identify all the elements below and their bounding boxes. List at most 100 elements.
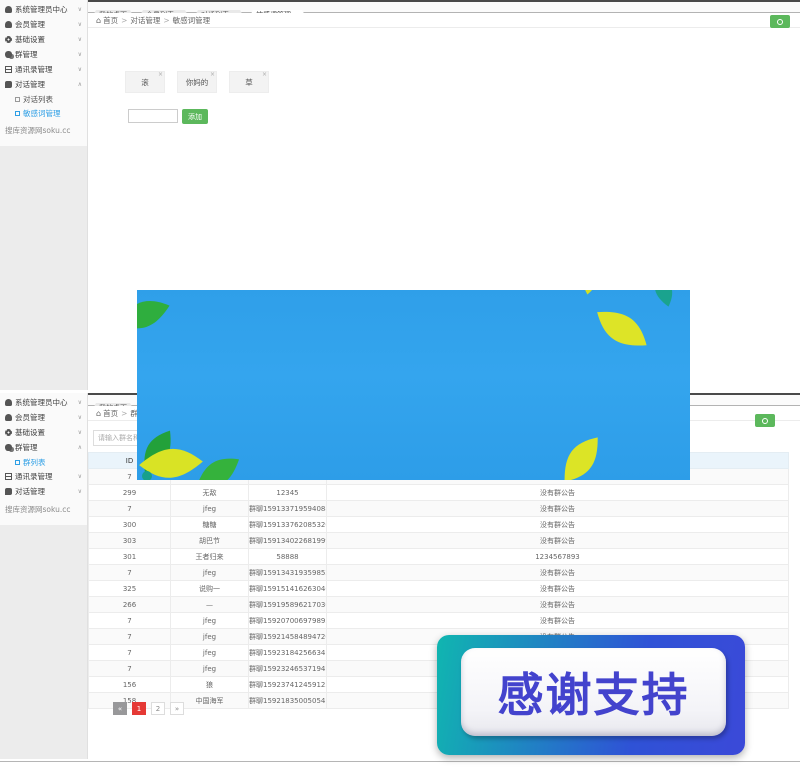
sidebar-item-群管理[interactable]: 群管理∨: [0, 47, 87, 62]
list-icon: [15, 111, 20, 116]
table-cell: 说购一: [171, 581, 249, 597]
list-icon: [15, 460, 20, 465]
sidebar-item-对话管理[interactable]: 对话管理∨: [0, 484, 87, 499]
home-icon: ⌂: [96, 409, 101, 418]
sidebar-item-基础设置[interactable]: 基础设置∨: [0, 425, 87, 440]
sidebar-item-通讯录管理[interactable]: 通讯录管理∨: [0, 62, 87, 77]
sidebar-item-会员管理[interactable]: 会员管理 ∨: [0, 17, 87, 32]
chevron-down-icon: ∨: [78, 66, 82, 73]
sidebar-item-基础设置[interactable]: 基础设置∨: [0, 32, 87, 47]
table-cell: 群聊159207006979893: [249, 613, 327, 629]
table-cell: 300: [89, 517, 171, 533]
sidebar-item-会员管理[interactable]: 会员管理∨: [0, 410, 87, 425]
sidebar-item-label: 基础设置: [15, 427, 45, 438]
table-cell: jfeg: [171, 645, 249, 661]
table-cell: 7: [89, 613, 171, 629]
table-cell: jfeg: [171, 629, 249, 645]
sidebar-subitem-对话列表[interactable]: 对话列表: [0, 92, 87, 106]
settings-icon: [5, 429, 12, 436]
sensitive-word-input[interactable]: [128, 109, 178, 123]
breadcrumb-link[interactable]: 首页: [103, 15, 118, 26]
table-cell: 没有群公告: [327, 517, 789, 533]
table-cell: 没有群公告: [327, 565, 789, 581]
leaf-yellow-icon: [557, 437, 605, 480]
sidebar-title[interactable]: 系统管理员中心 ∨: [0, 2, 87, 17]
pagination-prev-button[interactable]: «: [113, 702, 127, 715]
refresh-icon: [762, 418, 768, 424]
close-icon[interactable]: ×: [210, 72, 215, 78]
sensitive-word-chip: 草×: [229, 71, 269, 93]
sidebar-item-label: 会员管理: [15, 412, 45, 423]
sidebar-title[interactable]: 系统管理员中心 ∨: [0, 395, 87, 410]
breadcrumb-separator-icon: >: [121, 16, 127, 25]
table-cell: 群聊159134319359852: [249, 565, 327, 581]
table-cell: 没有群公告: [327, 533, 789, 549]
pagination-next-button[interactable]: »: [170, 702, 184, 715]
leaf-green-icon: [137, 290, 170, 339]
table-cell: 12345: [249, 485, 327, 501]
refresh-button[interactable]: [755, 414, 775, 427]
sidebar-item-对话管理[interactable]: 对话管理∧: [0, 77, 87, 92]
table-row: 325说购一群聊159151416263046没有群公告: [89, 581, 789, 597]
sidebar-items: 会员管理∨基础设置∨群管理∨通讯录管理∨对话管理∧对话列表敏感词管理: [0, 17, 87, 120]
sidebar-subitem-label: 敏感词管理: [23, 108, 61, 119]
table-row: 303胡巴节群聊159134022681999没有群公告: [89, 533, 789, 549]
admin-user-icon: [5, 6, 12, 13]
chat-icon: [5, 81, 12, 88]
leaf-yellow-icon: [573, 290, 607, 294]
sidebar-item-label: 群管理: [15, 49, 38, 60]
table-cell: 王者归来: [171, 549, 249, 565]
sidebar-item-label: 会员管理: [15, 19, 45, 30]
table-cell: 胡巴节: [171, 533, 249, 549]
add-word-button[interactable]: 添加: [182, 109, 208, 124]
sidebar-item-label: 对话管理: [15, 79, 45, 90]
sidebar: 系统管理员中心 ∨ 会员管理∨基础设置∨群管理∨通讯录管理∨对话管理∧对话列表敏…: [0, 0, 88, 390]
home-icon: ⌂: [96, 16, 101, 25]
pagination: « 12 »: [113, 702, 189, 715]
chevron-down-icon: ∨: [78, 6, 82, 13]
table-cell: 325: [89, 581, 171, 597]
table-cell: 1234567893: [327, 549, 789, 565]
refresh-button[interactable]: [770, 15, 790, 28]
table-cell: 糖糖: [171, 517, 249, 533]
sidebar-menu: 系统管理员中心 ∨ 会员管理∨基础设置∨群管理∧群列表通讯录管理∨对话管理∨ 搜…: [0, 393, 87, 525]
pagination-page-button[interactable]: 2: [151, 702, 165, 715]
table-cell: jfeg: [171, 661, 249, 677]
table-cell: jfeg: [171, 613, 249, 629]
sidebar-subitem-敏感词管理[interactable]: 敏感词管理: [0, 106, 87, 120]
sensitive-word-chips: 滚×你妈的×草×: [125, 71, 281, 93]
thanks-banner-text: 感谢支持: [498, 659, 690, 725]
thanks-banner-plate: 感谢支持: [461, 648, 726, 736]
breadcrumb-separator-icon: >: [163, 16, 169, 25]
pagination-page-button[interactable]: 1: [132, 702, 146, 715]
table-cell: 156: [89, 677, 171, 693]
close-icon[interactable]: ×: [262, 72, 267, 78]
table-cell: 无敌: [171, 485, 249, 501]
sidebar-subitem-群列表[interactable]: 群列表: [0, 455, 87, 469]
group-icon: [5, 444, 12, 451]
table-cell: 299: [89, 485, 171, 501]
sensitive-word-chip: 滚×: [125, 71, 165, 93]
sidebar-item-通讯录管理[interactable]: 通讯录管理∨: [0, 469, 87, 484]
table-cell: 没有群公告: [327, 613, 789, 629]
table-cell: 群聊159214584894720: [249, 629, 327, 645]
table-cell: 7: [89, 661, 171, 677]
sidebar-title-label: 系统管理员中心: [15, 4, 68, 15]
table-cell: 群聊159232465371941: [249, 661, 327, 677]
thanks-banner: 感谢支持: [437, 635, 745, 755]
table-cell: 303: [89, 533, 171, 549]
breadcrumb-link[interactable]: 首页: [103, 408, 118, 419]
breadcrumb-link[interactable]: 对话管理: [130, 15, 160, 26]
table-cell: jfeg: [171, 501, 249, 517]
table-cell: 58888: [249, 549, 327, 565]
table-cell: 群聊159218350050541: [249, 693, 327, 709]
sidebar-item-群管理[interactable]: 群管理∧: [0, 440, 87, 455]
sidebar-item-label: 群管理: [15, 442, 38, 453]
close-icon[interactable]: ×: [158, 72, 163, 78]
screen: 系统管理员中心 ∨ 会员管理∨基础设置∨群管理∨通讯录管理∨对话管理∧对话列表敏…: [0, 0, 800, 768]
breadcrumb-link: 敏感词管理: [173, 15, 211, 26]
chevron-down-icon: ∨: [78, 21, 82, 28]
bottom-divider: [0, 761, 800, 762]
sidebar-items: 会员管理∨基础设置∨群管理∧群列表通讯录管理∨对话管理∨: [0, 410, 87, 499]
leaves-graphic: [137, 290, 690, 480]
